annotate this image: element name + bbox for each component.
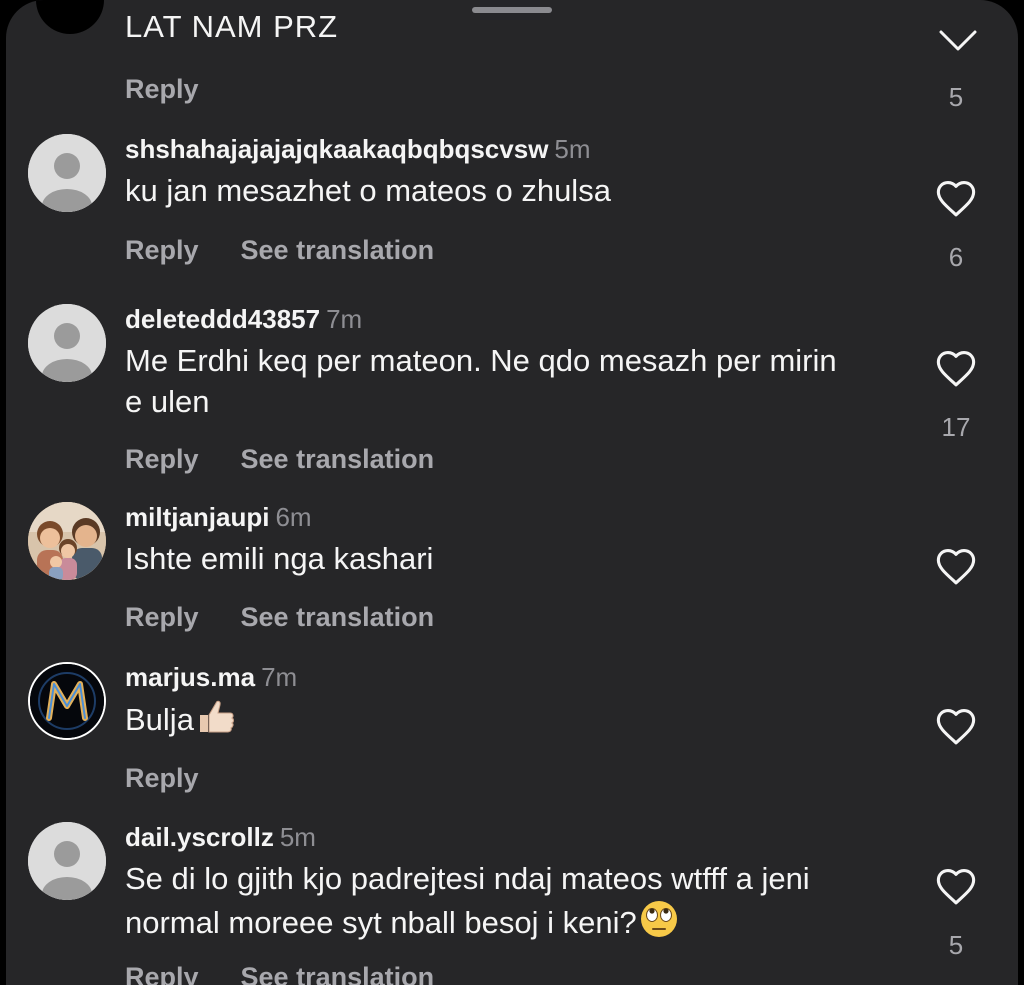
sheet-grabber-handle[interactable] bbox=[472, 7, 552, 13]
comment-text: ku jan mesazhet o mateos o zhulsa bbox=[125, 173, 611, 208]
timestamp: 7m bbox=[261, 662, 298, 692]
comment-text: Se di lo gjith kjo padrejtesi ndaj mateo… bbox=[125, 861, 810, 940]
avatar[interactable] bbox=[28, 134, 106, 212]
avatar[interactable] bbox=[36, 0, 104, 34]
timestamp: 5m bbox=[554, 134, 591, 164]
heart-outline-icon[interactable] bbox=[934, 348, 978, 388]
username[interactable]: miltjanjaupi bbox=[125, 502, 269, 532]
reply-button[interactable]: Reply bbox=[125, 602, 199, 633]
like-count: 5 bbox=[948, 930, 964, 960]
see-translation-button[interactable]: See translation bbox=[241, 962, 435, 985]
thumbs-up-emoji-icon bbox=[196, 698, 236, 746]
avatar[interactable] bbox=[28, 502, 106, 580]
reply-button[interactable]: Reply bbox=[125, 235, 199, 266]
username[interactable]: shshahajajajajqkaakaqbqbqscvsw bbox=[125, 134, 548, 164]
username[interactable]: dail.yscrollz bbox=[125, 822, 274, 852]
like-count: 5 bbox=[948, 82, 964, 112]
comment-text: Bulja bbox=[125, 702, 194, 737]
timestamp: 5m bbox=[279, 822, 316, 852]
see-translation-button[interactable]: See translation bbox=[241, 235, 435, 266]
see-translation-button[interactable]: See translation bbox=[241, 602, 435, 633]
chevron-down-icon[interactable] bbox=[938, 30, 978, 54]
like-count: 17 bbox=[941, 412, 971, 442]
reply-button[interactable]: Reply bbox=[125, 444, 199, 475]
reply-button[interactable]: Reply bbox=[125, 962, 199, 985]
comments-sheet: LAT NAM PRZ Reply 5 shshahajajajajqkaaka… bbox=[6, 0, 1018, 985]
eye-roll-emoji-icon bbox=[639, 899, 679, 949]
heart-outline-icon[interactable] bbox=[934, 546, 978, 586]
timestamp: 6m bbox=[275, 502, 312, 532]
comment-text: LAT NAM PRZ bbox=[125, 14, 339, 44]
reply-button[interactable]: Reply bbox=[125, 763, 199, 794]
reply-button[interactable]: Reply bbox=[125, 74, 199, 105]
heart-outline-icon[interactable] bbox=[934, 706, 978, 746]
heart-outline-icon[interactable] bbox=[934, 178, 978, 218]
heart-outline-icon[interactable] bbox=[934, 866, 978, 906]
username[interactable]: deleteddd43857 bbox=[125, 304, 320, 334]
avatar[interactable] bbox=[28, 304, 106, 382]
avatar[interactable] bbox=[28, 662, 106, 740]
comment-text: Me Erdhi keq per mateon. Ne qdo mesazh p… bbox=[125, 343, 837, 419]
comment-text: Ishte emili nga kashari bbox=[125, 541, 434, 576]
timestamp: 7m bbox=[326, 304, 363, 334]
see-translation-button[interactable]: See translation bbox=[241, 444, 435, 475]
username[interactable]: marjus.ma bbox=[125, 662, 255, 692]
like-count: 6 bbox=[948, 242, 964, 272]
avatar[interactable] bbox=[28, 822, 106, 900]
